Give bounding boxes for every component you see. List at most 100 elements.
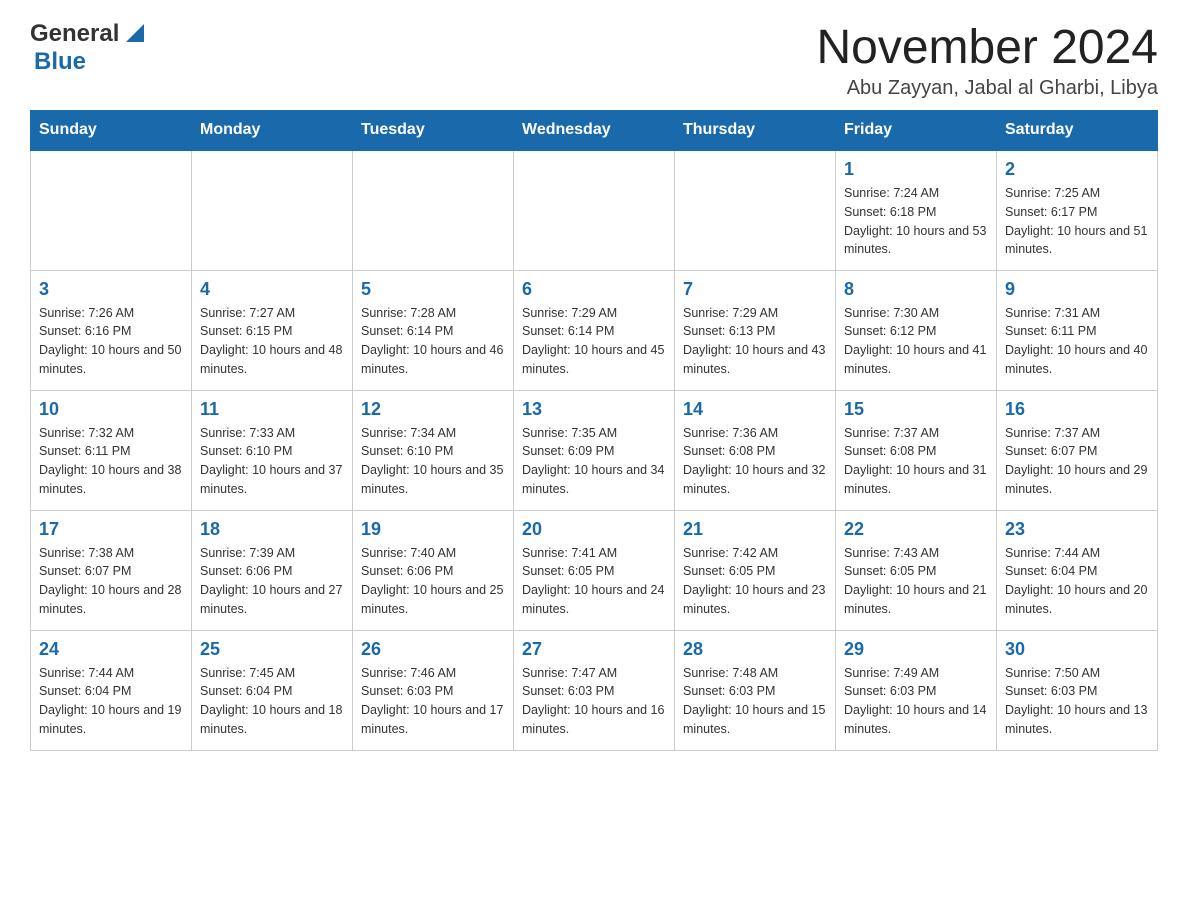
day-number: 14: [683, 399, 827, 420]
day-info: Sunrise: 7:37 AMSunset: 6:08 PMDaylight:…: [844, 424, 988, 499]
calendar-cell: 24 Sunrise: 7:44 AMSunset: 6:04 PMDayligh…: [31, 630, 192, 750]
calendar-cell: 17 Sunrise: 7:38 AMSunset: 6:07 PMDayligh…: [31, 510, 192, 630]
weekday-header-monday: Monday: [192, 111, 353, 151]
calendar-cell: 21Sunrise: 7:42 AMSunset: 6:05 PMDayligh…: [675, 510, 836, 630]
weekday-header-sunday: Sunday: [31, 111, 192, 151]
calendar-cell: [514, 150, 675, 270]
day-number: 3: [39, 279, 183, 300]
calendar-cell: 1 Sunrise: 7:24 AMSunset: 6:18 PMDaylight…: [836, 150, 997, 270]
day-number: 4: [200, 279, 344, 300]
day-info: Sunrise: 7:29 AMSunset: 6:14 PMDaylight:…: [522, 304, 666, 379]
day-info: Sunrise: 7:28 AMSunset: 6:14 PMDaylight:…: [361, 304, 505, 379]
day-info: Sunrise: 7:45 AMSunset: 6:04 PMDaylight:…: [200, 664, 344, 739]
weekday-header-row: SundayMondayTuesdayWednesdayThursdayFrid…: [31, 111, 1158, 151]
day-number: 11: [200, 399, 344, 420]
calendar-cell: 25Sunrise: 7:45 AMSunset: 6:04 PMDayligh…: [192, 630, 353, 750]
day-number: 26: [361, 639, 505, 660]
day-number: 22: [844, 519, 988, 540]
calendar-cell: 8Sunrise: 7:30 AMSunset: 6:12 PMDaylight…: [836, 270, 997, 390]
day-info: Sunrise: 7:44 AMSunset: 6:04 PMDaylight:…: [1005, 544, 1149, 619]
day-info: Sunrise: 7:36 AMSunset: 6:08 PMDaylight:…: [683, 424, 827, 499]
page-header: General Blue November 2024 Abu Zayyan, J…: [30, 20, 1158, 100]
day-number: 17: [39, 519, 183, 540]
calendar-cell: [353, 150, 514, 270]
day-number: 12: [361, 399, 505, 420]
calendar-table: SundayMondayTuesdayWednesdayThursdayFrid…: [30, 110, 1158, 751]
calendar-cell: 2 Sunrise: 7:25 AMSunset: 6:17 PMDaylight…: [997, 150, 1158, 270]
day-number: 8: [844, 279, 988, 300]
day-info: Sunrise: 7:39 AMSunset: 6:06 PMDaylight:…: [200, 544, 344, 619]
calendar-cell: 16Sunrise: 7:37 AMSunset: 6:07 PMDayligh…: [997, 390, 1158, 510]
calendar-week-4: 17 Sunrise: 7:38 AMSunset: 6:07 PMDayligh…: [31, 510, 1158, 630]
logo-general-text: General: [30, 20, 119, 48]
location-title: Abu Zayyan, Jabal al Gharbi, Libya: [816, 77, 1158, 100]
day-info: Sunrise: 7:29 AMSunset: 6:13 PMDaylight:…: [683, 304, 827, 379]
weekday-header-tuesday: Tuesday: [353, 111, 514, 151]
weekday-header-wednesday: Wednesday: [514, 111, 675, 151]
day-info: Sunrise: 7:32 AMSunset: 6:11 PMDaylight:…: [39, 424, 183, 499]
calendar-cell: 13Sunrise: 7:35 AMSunset: 6:09 PMDayligh…: [514, 390, 675, 510]
day-number: 2: [1005, 159, 1149, 180]
day-number: 29: [844, 639, 988, 660]
day-info: Sunrise: 7:40 AMSunset: 6:06 PMDaylight:…: [361, 544, 505, 619]
day-number: 24: [39, 639, 183, 660]
day-number: 18: [200, 519, 344, 540]
day-number: 23: [1005, 519, 1149, 540]
day-info: Sunrise: 7:48 AMSunset: 6:03 PMDaylight:…: [683, 664, 827, 739]
day-info: Sunrise: 7:46 AMSunset: 6:03 PMDaylight:…: [361, 664, 505, 739]
day-number: 9: [1005, 279, 1149, 300]
day-info: Sunrise: 7:42 AMSunset: 6:05 PMDaylight:…: [683, 544, 827, 619]
calendar-cell: 19 Sunrise: 7:40 AMSunset: 6:06 PMDayligh…: [353, 510, 514, 630]
day-number: 20: [522, 519, 666, 540]
day-info: Sunrise: 7:25 AMSunset: 6:17 PMDaylight:…: [1005, 184, 1149, 259]
calendar-cell: 22 Sunrise: 7:43 AMSunset: 6:05 PMDayligh…: [836, 510, 997, 630]
day-info: Sunrise: 7:38 AMSunset: 6:07 PMDaylight:…: [39, 544, 183, 619]
day-number: 30: [1005, 639, 1149, 660]
calendar-cell: 20Sunrise: 7:41 AMSunset: 6:05 PMDayligh…: [514, 510, 675, 630]
calendar-cell: [675, 150, 836, 270]
calendar-cell: 15 Sunrise: 7:37 AMSunset: 6:08 PMDayligh…: [836, 390, 997, 510]
calendar-cell: 30Sunrise: 7:50 AMSunset: 6:03 PMDayligh…: [997, 630, 1158, 750]
day-info: Sunrise: 7:31 AMSunset: 6:11 PMDaylight:…: [1005, 304, 1149, 379]
day-number: 16: [1005, 399, 1149, 420]
logo: General Blue: [30, 20, 149, 76]
day-number: 28: [683, 639, 827, 660]
calendar-cell: 18 Sunrise: 7:39 AMSunset: 6:06 PMDayligh…: [192, 510, 353, 630]
weekday-header-friday: Friday: [836, 111, 997, 151]
calendar-cell: 23 Sunrise: 7:44 AMSunset: 6:04 PMDayligh…: [997, 510, 1158, 630]
calendar-cell: 9 Sunrise: 7:31 AMSunset: 6:11 PMDaylight…: [997, 270, 1158, 390]
weekday-header-saturday: Saturday: [997, 111, 1158, 151]
calendar-cell: 5Sunrise: 7:28 AMSunset: 6:14 PMDaylight…: [353, 270, 514, 390]
day-number: 27: [522, 639, 666, 660]
calendar-week-3: 10 Sunrise: 7:32 AMSunset: 6:11 PMDayligh…: [31, 390, 1158, 510]
day-number: 1: [844, 159, 988, 180]
logo-blue-text: Blue: [34, 48, 86, 75]
calendar-cell: 10 Sunrise: 7:32 AMSunset: 6:11 PMDayligh…: [31, 390, 192, 510]
day-info: Sunrise: 7:33 AMSunset: 6:10 PMDaylight:…: [200, 424, 344, 499]
day-number: 15: [844, 399, 988, 420]
calendar-cell: 4 Sunrise: 7:27 AMSunset: 6:15 PMDaylight…: [192, 270, 353, 390]
day-number: 10: [39, 399, 183, 420]
calendar-cell: 3Sunrise: 7:26 AMSunset: 6:16 PMDaylight…: [31, 270, 192, 390]
calendar-week-5: 24 Sunrise: 7:44 AMSunset: 6:04 PMDayligh…: [31, 630, 1158, 750]
calendar-week-2: 3Sunrise: 7:26 AMSunset: 6:16 PMDaylight…: [31, 270, 1158, 390]
day-info: Sunrise: 7:27 AMSunset: 6:15 PMDaylight:…: [200, 304, 344, 379]
calendar-cell: 27 Sunrise: 7:47 AMSunset: 6:03 PMDayligh…: [514, 630, 675, 750]
day-number: 19: [361, 519, 505, 540]
day-info: Sunrise: 7:44 AMSunset: 6:04 PMDaylight:…: [39, 664, 183, 739]
calendar-cell: 14 Sunrise: 7:36 AMSunset: 6:08 PMDayligh…: [675, 390, 836, 510]
day-info: Sunrise: 7:47 AMSunset: 6:03 PMDaylight:…: [522, 664, 666, 739]
calendar-cell: 26 Sunrise: 7:46 AMSunset: 6:03 PMDayligh…: [353, 630, 514, 750]
day-info: Sunrise: 7:43 AMSunset: 6:05 PMDaylight:…: [844, 544, 988, 619]
calendar-cell: 7Sunrise: 7:29 AMSunset: 6:13 PMDaylight…: [675, 270, 836, 390]
calendar-cell: 12 Sunrise: 7:34 AMSunset: 6:10 PMDayligh…: [353, 390, 514, 510]
logo-triangle-icon: [121, 20, 149, 48]
calendar-cell: 6 Sunrise: 7:29 AMSunset: 6:14 PMDaylight…: [514, 270, 675, 390]
day-info: Sunrise: 7:34 AMSunset: 6:10 PMDaylight:…: [361, 424, 505, 499]
calendar-cell: [192, 150, 353, 270]
day-number: 6: [522, 279, 666, 300]
day-info: Sunrise: 7:24 AMSunset: 6:18 PMDaylight:…: [844, 184, 988, 259]
month-title: November 2024: [816, 20, 1158, 75]
calendar-cell: 11 Sunrise: 7:33 AMSunset: 6:10 PMDayligh…: [192, 390, 353, 510]
title-section: November 2024 Abu Zayyan, Jabal al Gharb…: [816, 20, 1158, 100]
